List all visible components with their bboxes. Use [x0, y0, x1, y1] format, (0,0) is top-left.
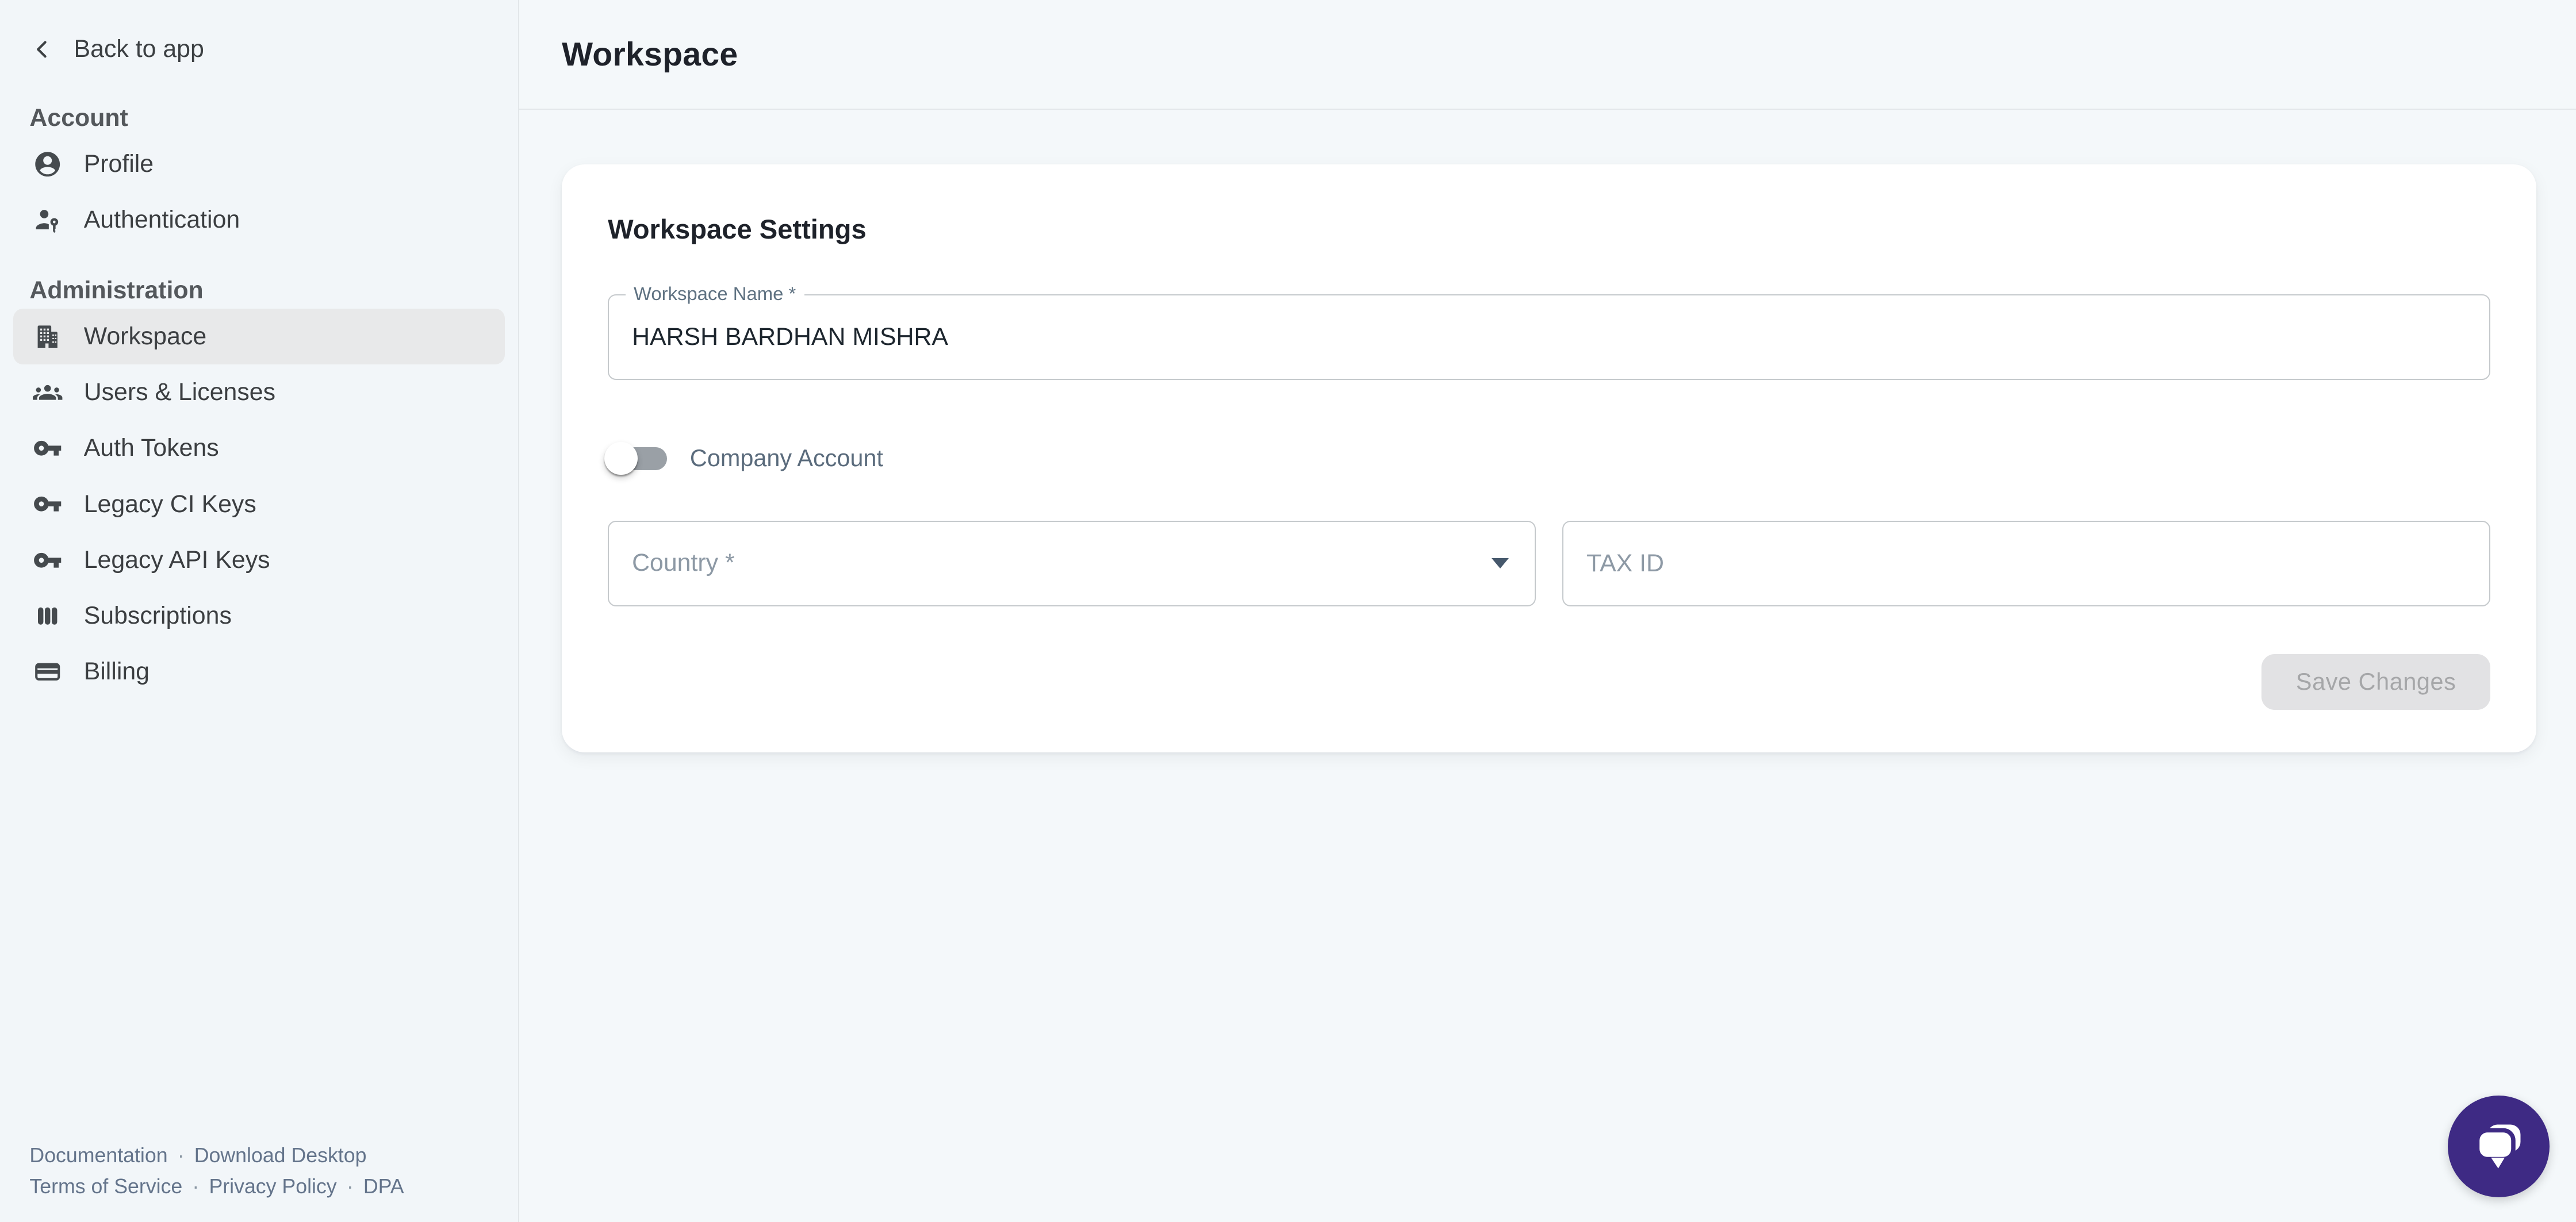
app-root: Back to app Account Profile Authenticati…: [0, 0, 2576, 1222]
sidebar-item-label: Auth Tokens: [84, 434, 219, 462]
footer-separator: ·: [337, 1175, 363, 1198]
chevron-left-icon: [29, 36, 56, 63]
sidebar-item-label: Authentication: [84, 206, 240, 234]
sidebar-section-administration: Administration Workspace Users & License…: [0, 274, 518, 700]
key-icon: [33, 433, 62, 463]
footer-link-privacy-policy[interactable]: Privacy Policy: [209, 1175, 336, 1198]
toggle-thumb: [604, 442, 637, 475]
account-circle-icon: [33, 149, 62, 179]
sidebar-section-account: Account Profile Authentication: [0, 102, 518, 248]
country-select[interactable]: Country *: [608, 521, 1536, 606]
card-title: Workspace Settings: [608, 164, 2490, 245]
main-area: Workspace Workspace Settings Workspace N…: [519, 0, 2576, 1222]
sidebar-item-label: Profile: [84, 150, 154, 178]
workspace-name-field: Workspace Name *: [608, 294, 2490, 380]
key-icon: [33, 545, 62, 575]
sidebar-item-label: Subscriptions: [84, 602, 232, 630]
footer-link-terms-of-service[interactable]: Terms of Service: [29, 1175, 182, 1198]
footer-row: Terms of Service·Privacy Policy·DPA: [29, 1171, 498, 1202]
workspace-settings-card: Workspace Settings Workspace Name * Comp…: [562, 164, 2536, 752]
section-title-administration: Administration: [29, 274, 488, 307]
footer-separator: ·: [168, 1144, 194, 1167]
sidebar-item-auth-tokens[interactable]: Auth Tokens: [13, 420, 505, 476]
footer-link-dpa[interactable]: DPA: [363, 1175, 404, 1198]
columns-icon: [33, 601, 62, 631]
sidebar-item-profile[interactable]: Profile: [13, 136, 505, 192]
company-account-row: Company Account: [608, 428, 2490, 490]
sidebar-item-legacy-ci-keys[interactable]: Legacy CI Keys: [13, 476, 505, 532]
person-key-icon: [33, 205, 62, 235]
sidebar-item-label: Billing: [84, 658, 150, 686]
card-actions: Save Changes: [608, 654, 2490, 710]
sidebar-item-label: Legacy API Keys: [84, 546, 270, 574]
chat-icon: [2464, 1112, 2533, 1181]
footer-row: Documentation·Download Desktop: [29, 1140, 498, 1171]
sidebar: Back to app Account Profile Authenticati…: [0, 0, 519, 1222]
footer-link-download-desktop[interactable]: Download Desktop: [194, 1144, 367, 1167]
section-title-account: Account: [29, 102, 488, 135]
chat-widget-button[interactable]: [2448, 1096, 2550, 1197]
credit-card-icon: [33, 657, 62, 686]
country-label: Country *: [632, 522, 735, 604]
building-icon: [33, 322, 62, 351]
sidebar-item-billing[interactable]: Billing: [13, 644, 505, 700]
sidebar-item-workspace[interactable]: Workspace: [13, 309, 505, 364]
footer-separator: ·: [182, 1175, 209, 1198]
sidebar-item-authentication[interactable]: Authentication: [13, 192, 505, 248]
back-to-app-label: Back to app: [74, 35, 204, 63]
footer-link-documentation[interactable]: Documentation: [29, 1144, 167, 1167]
main-content: Workspace Settings Workspace Name * Comp…: [519, 110, 2576, 1221]
sidebar-footer: Documentation·Download Desktop Terms of …: [0, 1140, 518, 1222]
workspace-name-input[interactable]: [609, 295, 2489, 379]
sidebar-item-users-licenses[interactable]: Users & Licenses: [13, 364, 505, 420]
sidebar-item-label: Users & Licenses: [84, 378, 275, 406]
back-to-app-button[interactable]: Back to app: [29, 29, 488, 69]
chevron-down-icon: [1492, 558, 1509, 568]
tax-id-input[interactable]: [1563, 522, 2489, 605]
groups-icon: [33, 378, 62, 407]
company-account-toggle[interactable]: [608, 442, 667, 475]
page-title: Workspace: [562, 36, 738, 74]
key-icon: [33, 489, 62, 518]
sidebar-item-label: Legacy CI Keys: [84, 490, 256, 518]
sidebar-item-subscriptions[interactable]: Subscriptions: [13, 588, 505, 644]
sidebar-item-label: Workspace: [84, 322, 207, 351]
sidebar-item-legacy-api-keys[interactable]: Legacy API Keys: [13, 532, 505, 588]
tax-id-field: [1562, 521, 2490, 606]
company-account-label: Company Account: [690, 445, 883, 472]
country-tax-row: Country *: [608, 521, 2490, 606]
workspace-name-label: Workspace Name *: [626, 282, 804, 305]
main-header: Workspace: [519, 0, 2576, 110]
save-changes-button[interactable]: Save Changes: [2261, 654, 2490, 710]
